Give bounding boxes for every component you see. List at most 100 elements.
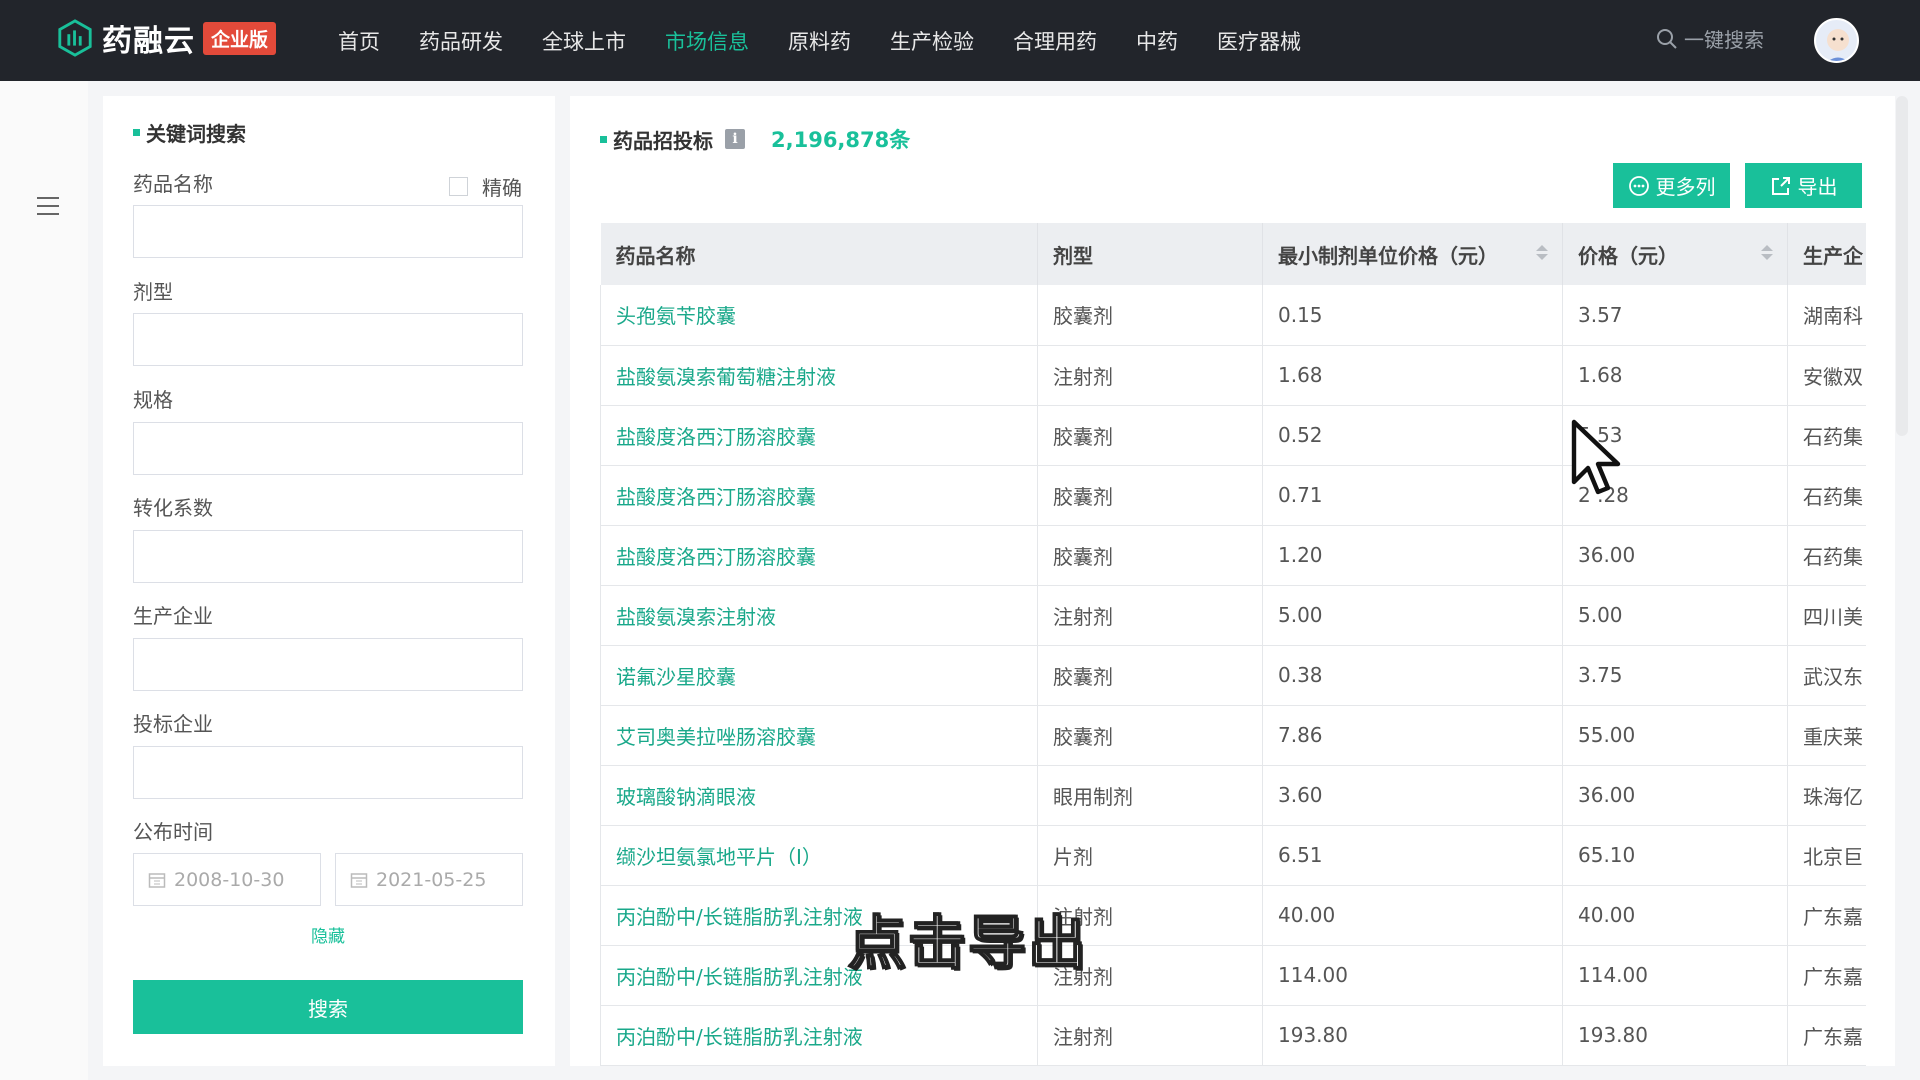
global-search-label: 一键搜索 [1684, 28, 1764, 52]
date-end-value: 2021-05-25 [376, 868, 487, 891]
cell-min-unit-price: 3.60 [1262, 765, 1563, 826]
dosage-form-label: 剂型 [133, 280, 173, 304]
cell-drug-name[interactable]: 头孢氨苄胶囊 [600, 285, 1038, 346]
cell-price: 114.00 [1562, 945, 1788, 1006]
cell-min-unit-price: 114.00 [1262, 945, 1563, 1006]
cell-dosage-form: 胶囊剂 [1037, 705, 1263, 766]
more-circle-icon [1628, 175, 1649, 196]
dosage-form-input[interactable] [133, 313, 523, 366]
nav-item-home[interactable]: 首页 [338, 26, 380, 56]
table-row[interactable]: 盐酸氨溴索注射液 注射剂 5.00 5.00 四川美 [600, 585, 1866, 646]
calendar-icon [148, 872, 166, 888]
table-row[interactable]: 丙泊酚中/长链脂肪乳注射液 注射剂 114.00 114.00 广东嘉 [600, 945, 1866, 1006]
cell-drug-name[interactable]: 盐酸氨溴索注射液 [600, 585, 1038, 646]
sort-icon[interactable] [1536, 245, 1548, 260]
table-row[interactable]: 缬沙坦氨氯地平片（I） 片剂 6.51 65.10 北京巨 [600, 825, 1866, 886]
cell-manufacturer: 安徽双 [1787, 345, 1866, 406]
nav-item-medical-devices[interactable]: 医疗器械 [1217, 26, 1301, 56]
title-marker [133, 129, 140, 136]
hide-filters-link[interactable]: 隐藏 [311, 922, 345, 947]
cell-price: 36.00 [1562, 765, 1788, 826]
search-button[interactable]: 搜索 [133, 980, 523, 1034]
cell-dosage-form: 眼用制剂 [1037, 765, 1263, 826]
export-label: 导出 [1797, 175, 1838, 199]
cell-min-unit-price: 0.52 [1262, 405, 1563, 466]
manufacturer-input[interactable] [133, 638, 523, 691]
table-row[interactable]: 盐酸度洛西汀肠溶胶囊 胶囊剂 1.20 36.00 石药集 [600, 525, 1866, 586]
cell-dosage-form: 片剂 [1037, 825, 1263, 886]
nav-item-api[interactable]: 原料药 [788, 26, 851, 56]
exact-match-checkbox[interactable]: 精确 [449, 172, 522, 201]
mouse-cursor-icon [1571, 419, 1621, 495]
drug-name-label: 药品名称 [133, 172, 213, 196]
cell-price: 1.68 [1562, 345, 1788, 406]
cell-drug-name[interactable]: 盐酸氨溴索葡萄糖注射液 [600, 345, 1038, 406]
nav-item-market-info[interactable]: 市场信息 [665, 26, 749, 56]
main-nav: 首页 药品研发 全球上市 市场信息 原料药 生产检验 合理用药 中药 医疗器械 [338, 0, 1340, 81]
nav-item-production-testing[interactable]: 生产检验 [890, 26, 974, 56]
bidder-input[interactable] [133, 746, 523, 799]
avatar[interactable] [1814, 18, 1859, 63]
nav-item-global-launch[interactable]: 全球上市 [542, 26, 626, 56]
info-icon[interactable]: i [725, 129, 745, 149]
checkbox-box[interactable] [449, 177, 468, 196]
cell-dosage-form: 注射剂 [1037, 1005, 1263, 1066]
cell-drug-name[interactable]: 缬沙坦氨氯地平片（I） [600, 825, 1038, 886]
cell-price: 40.00 [1562, 885, 1788, 946]
table-header-row: 药品名称 剂型 最小制剂单位价格（元） 价格（元） 生产企 [600, 223, 1866, 285]
global-search-button[interactable]: 一键搜索 [1656, 24, 1764, 53]
column-header-min-unit-price[interactable]: 最小制剂单位价格（元） [1262, 223, 1563, 285]
table-row[interactable]: 盐酸度洛西汀肠溶胶囊 胶囊剂 0.52 5.53 石药集 [600, 405, 1866, 466]
main-panel-title: 药品招投标 i 2,196,878条 [600, 124, 910, 154]
conversion-factor-label: 转化系数 [133, 496, 213, 520]
table-row[interactable]: 艾司奥美拉唑肠溶胶囊 胶囊剂 7.86 55.00 重庆莱 [600, 705, 1866, 766]
more-columns-button[interactable]: 更多列 [1613, 163, 1730, 208]
nav-item-tcm[interactable]: 中药 [1136, 26, 1178, 56]
nav-item-rational-use[interactable]: 合理用药 [1013, 26, 1097, 56]
conversion-factor-input[interactable] [133, 530, 523, 583]
edition-badge: 企业版 [203, 21, 277, 55]
search-icon [1657, 28, 1677, 49]
cell-dosage-form: 注射剂 [1037, 585, 1263, 646]
sort-icon[interactable] [1761, 245, 1773, 260]
table-row[interactable]: 丙泊酚中/长链脂肪乳注射液 注射剂 40.00 40.00 广东嘉 [600, 885, 1866, 946]
cell-drug-name[interactable]: 盐酸度洛西汀肠溶胶囊 [600, 525, 1038, 586]
cell-drug-name[interactable]: 诺氟沙星胶囊 [600, 645, 1038, 706]
cell-min-unit-price: 7.86 [1262, 705, 1563, 766]
title-marker [600, 135, 607, 143]
table-row[interactable]: 盐酸氨溴索葡萄糖注射液 注射剂 1.68 1.68 安徽双 [600, 345, 1866, 406]
cell-price: 36.00 [1562, 525, 1788, 586]
column-header-price[interactable]: 价格（元） [1562, 223, 1788, 285]
export-button[interactable]: 导出 [1745, 163, 1862, 208]
cell-manufacturer: 广东嘉 [1787, 885, 1866, 946]
menu-toggle-icon[interactable] [37, 197, 59, 221]
table-row[interactable]: 丙泊酚中/长链脂肪乳注射液 注射剂 193.80 193.80 广东嘉 [600, 1005, 1866, 1066]
cell-drug-name[interactable]: 盐酸度洛西汀肠溶胶囊 [600, 465, 1038, 526]
table-row[interactable]: 盐酸度洛西汀肠溶胶囊 胶囊剂 0.71 2 .28 石药集 [600, 465, 1866, 526]
top-navbar: 药融云 企业版 首页 药品研发 全球上市 市场信息 原料药 生产检验 合理用药 … [0, 0, 1920, 81]
cell-drug-name[interactable]: 丙泊酚中/长链脂肪乳注射液 [600, 1005, 1038, 1066]
table-row[interactable]: 诺氟沙星胶囊 胶囊剂 0.38 3.75 武汉东 [600, 645, 1866, 706]
date-end-input[interactable]: 2021-05-25 [335, 853, 523, 906]
table-body: 头孢氨苄胶囊 胶囊剂 0.15 3.57 湖南科 盐酸氨溴索葡萄糖注射液 注射剂 1.68 1.… [600, 285, 1866, 1066]
table-row[interactable]: 头孢氨苄胶囊 胶囊剂 0.15 3.57 湖南科 [600, 285, 1866, 346]
exact-match-label: 精确 [482, 176, 522, 200]
page-scrollbar[interactable] [1896, 96, 1908, 436]
cell-manufacturer: 北京巨 [1787, 825, 1866, 886]
cell-price: 65.10 [1562, 825, 1788, 886]
drug-name-input[interactable] [133, 205, 523, 258]
cell-drug-name[interactable]: 艾司奥美拉唑肠溶胶囊 [600, 705, 1038, 766]
logo-mark-icon [58, 19, 92, 57]
date-start-input[interactable]: 2008-10-30 [133, 853, 321, 906]
nav-item-drug-rd[interactable]: 药品研发 [419, 26, 503, 56]
cell-manufacturer: 广东嘉 [1787, 1005, 1866, 1066]
logo[interactable]: 药融云 企业版 [56, 16, 277, 60]
table-row[interactable]: 玻璃酸钠滴眼液 眼用制剂 3.60 36.00 珠海亿 [600, 765, 1866, 826]
cell-drug-name[interactable]: 玻璃酸钠滴眼液 [600, 765, 1038, 826]
cell-drug-name[interactable]: 盐酸度洛西汀肠溶胶囊 [600, 405, 1038, 466]
column-header-price-label: 价格（元） [1578, 243, 1678, 268]
cell-price: 55.00 [1562, 705, 1788, 766]
video-caption: 点击导出 [847, 908, 1089, 978]
spec-input[interactable] [133, 422, 523, 475]
cell-min-unit-price: 0.15 [1262, 285, 1563, 346]
